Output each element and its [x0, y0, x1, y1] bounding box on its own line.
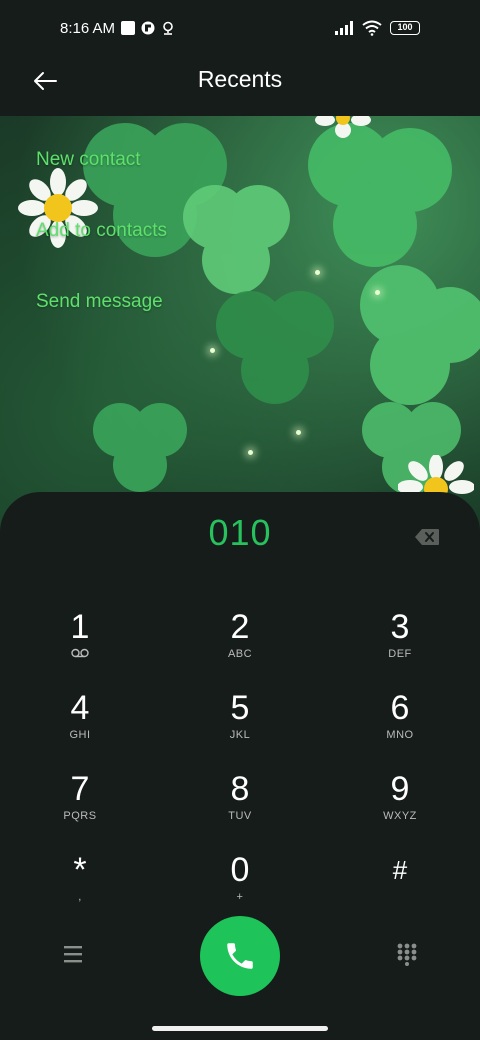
key-4[interactable]: 4 GHI	[25, 689, 135, 767]
key-2[interactable]: 2 ABC	[185, 608, 295, 686]
key-digit: 0	[230, 851, 250, 889]
key-letters: +	[236, 891, 244, 903]
status-time: 8:16 AM	[60, 19, 116, 37]
key-letters: JKL	[229, 729, 251, 741]
key-digit: 2	[230, 608, 250, 646]
page-title: Recents	[197, 66, 283, 92]
sparkle	[248, 450, 253, 455]
key-letters: ABC	[227, 648, 253, 660]
home-indicator[interactable]	[152, 1026, 328, 1031]
battery-indicator: 100	[390, 21, 420, 35]
keypad-icon[interactable]	[396, 942, 418, 966]
key-digit: 8	[230, 770, 250, 808]
key-star[interactable]: * ,	[25, 851, 135, 929]
key-letters: PQRS	[63, 810, 97, 822]
key-letters: WXYZ	[383, 810, 417, 822]
wifi-icon	[362, 20, 382, 36]
key-7[interactable]: 7 PQRS	[25, 770, 135, 848]
key-9[interactable]: 9 WXYZ	[345, 770, 455, 848]
sparkle	[210, 348, 215, 353]
key-digit: 9	[390, 770, 410, 808]
key-letters: TUV	[228, 810, 252, 822]
top-bar: 8:16 AM 100 Recents	[0, 0, 480, 116]
location-icon	[163, 21, 173, 35]
new-contact-link[interactable]: New contact	[36, 149, 141, 171]
key-letters: GHI	[69, 729, 91, 741]
dialed-number: 010	[208, 512, 272, 553]
key-8[interactable]: 8 TUV	[185, 770, 295, 848]
clover-decoration	[216, 291, 334, 404]
clover-decoration	[93, 403, 187, 492]
key-letters: DEF	[388, 648, 412, 660]
key-digit: 7	[70, 770, 90, 808]
sparkle	[296, 430, 301, 435]
key-letters: MNO	[386, 729, 414, 741]
menu-icon[interactable]	[62, 944, 84, 964]
voicemail-icon	[71, 648, 89, 658]
key-digit: #	[392, 855, 408, 885]
key-3[interactable]: 3 DEF	[345, 608, 455, 686]
send-message-link[interactable]: Send message	[36, 291, 163, 313]
key-digit: 3	[390, 608, 410, 646]
dialer-panel: 010 1 2 ABC 3 DEF 4 GHI 5 JKL 6 MNO 7 PQ…	[0, 492, 480, 1040]
backspace-icon[interactable]	[414, 528, 440, 546]
key-digit: 6	[390, 689, 410, 727]
key-1[interactable]: 1	[25, 608, 135, 686]
sparkle	[315, 270, 320, 275]
signal-icon	[335, 21, 353, 35]
sparkle	[375, 290, 380, 295]
key-letters: ,	[78, 891, 82, 903]
key-5[interactable]: 5 JKL	[185, 689, 295, 767]
key-6[interactable]: 6 MNO	[345, 689, 455, 767]
status-bar: 8:16 AM 100	[0, 0, 480, 56]
key-digit: 4	[70, 689, 90, 727]
key-digit: 5	[230, 689, 250, 727]
clover-decoration	[360, 265, 480, 405]
app-notification-icon	[141, 21, 155, 35]
notification-icon	[121, 21, 136, 35]
key-hash[interactable]: #	[345, 851, 455, 929]
phone-icon	[227, 943, 253, 969]
key-digit: 1	[70, 608, 90, 646]
add-to-contacts-link[interactable]: Add to contacts	[36, 220, 167, 242]
key-digit: *	[73, 851, 87, 889]
call-button[interactable]	[200, 916, 280, 996]
